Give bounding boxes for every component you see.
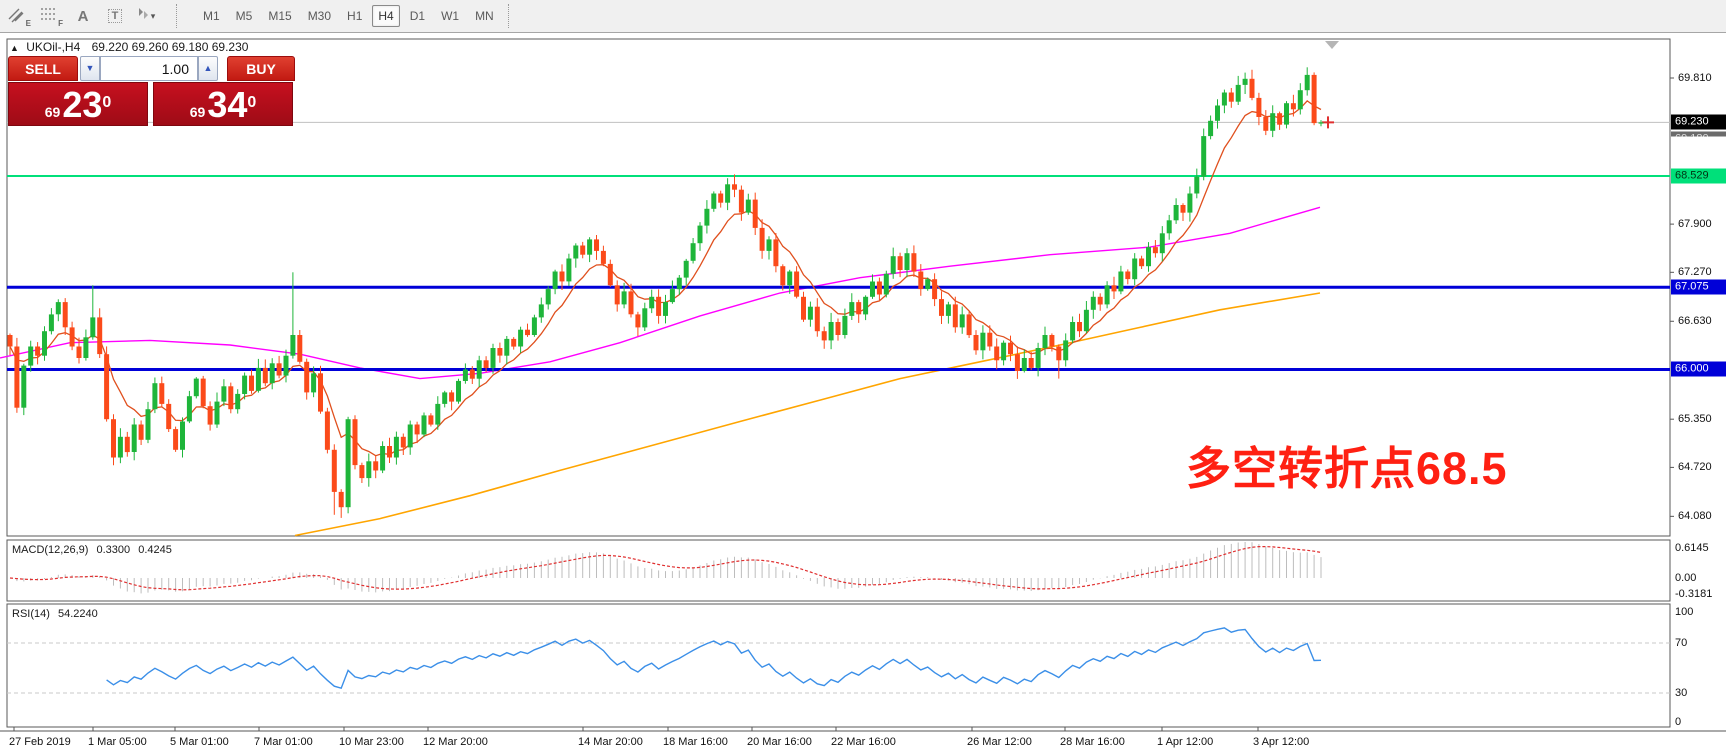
toolbar-separator (508, 4, 509, 28)
time-axis-label: 26 Mar 12:00 (967, 736, 1032, 748)
chart-canvas[interactable] (0, 33, 1726, 756)
timeframe-button-m1[interactable]: M1 (197, 5, 226, 27)
fibonacci-retracement-icon[interactable]: F (38, 4, 64, 28)
price-marker-68.529: 68.529 (1671, 168, 1726, 183)
sell-price-display[interactable]: 69 23 0 (8, 82, 148, 126)
price-marker-67.075: 67.075 (1671, 280, 1726, 295)
timeframe-button-d1[interactable]: D1 (404, 5, 431, 27)
time-axis-label: 18 Mar 16:00 (663, 736, 728, 748)
time-axis-label: 14 Mar 20:00 (578, 736, 643, 748)
macd-signal-value: 0.4245 (138, 544, 172, 556)
buy-price-display[interactable]: 69 34 0 (153, 82, 293, 126)
rsi-axis-label: 0 (1675, 716, 1681, 728)
rsi-value: 54.2240 (58, 608, 98, 620)
one-click-trading-panel: SELL ▼ ▲ BUY 69 23 0 69 34 0 (8, 56, 298, 126)
time-axis-label: 12 Mar 20:00 (423, 736, 488, 748)
toolbar: E F A T ▾ M1 M5 M15 M30 H1 H4 D1 W1 MN (0, 0, 1726, 33)
trading-terminal-window: { "toolbar": { "icons": [ { "name": "equ… (0, 0, 1726, 756)
chart-text-annotation: 多空转折点68.5 (1186, 432, 1508, 497)
fibonacci-letter: F (58, 19, 63, 28)
ohlc-quotes: 69.220 69.260 69.180 69.230 (92, 40, 249, 54)
timeframe-button-h4[interactable]: H4 (372, 5, 399, 27)
timeframe-button-m5[interactable]: M5 (230, 5, 259, 27)
buy-price-sup: 0 (247, 83, 256, 123)
macd-main-value: 0.3300 (96, 544, 130, 556)
text-icon[interactable]: A (70, 4, 96, 28)
time-axis-label: 22 Mar 16:00 (831, 736, 896, 748)
chart-title: ▲ UKOil-,H4 69.220 69.260 69.180 69.230 (10, 40, 248, 54)
sell-price-main: 23 (62, 88, 102, 122)
rsi-panel[interactable] (7, 604, 1670, 727)
macd-panel[interactable] (7, 540, 1670, 601)
price-axis-label: 64.080 (1678, 510, 1712, 522)
price-axis-label: 65.350 (1678, 413, 1712, 425)
price-axis-label: 69.810 (1678, 72, 1712, 84)
sell-button[interactable]: SELL (8, 56, 78, 81)
toolbar-separator (176, 4, 177, 28)
timeframe-button-m15[interactable]: M15 (262, 5, 297, 27)
equidistant-channel-letter: E (26, 19, 31, 28)
equidistant-channel-icon[interactable]: E (6, 4, 32, 28)
time-axis-label: 3 Apr 12:00 (1253, 736, 1309, 748)
macd-axis-label: 0.6145 (1675, 542, 1709, 554)
rsi-axis-label: 100 (1675, 606, 1693, 618)
buy-button[interactable]: BUY (227, 56, 295, 81)
arrows-icon[interactable]: ▾ (134, 4, 170, 28)
collapse-quote-panel-icon[interactable]: ▲ (10, 43, 19, 53)
arrows-dropdown-caret: ▾ (151, 11, 156, 22)
sell-price-sup: 0 (102, 83, 111, 123)
time-axis-label: 10 Mar 23:00 (339, 736, 404, 748)
rsi-axis-label: 30 (1675, 687, 1687, 699)
time-axis-label: 1 Apr 12:00 (1157, 736, 1213, 748)
volume-decrease-button[interactable]: ▼ (80, 56, 100, 81)
time-axis-label: 27 Feb 2019 (9, 736, 71, 748)
timeframe-button-w1[interactable]: W1 (435, 5, 465, 27)
time-axis-label: 5 Mar 01:00 (170, 736, 229, 748)
macd-axis-label: 0.00 (1675, 572, 1696, 584)
timeframe-button-h1[interactable]: H1 (341, 5, 368, 27)
price-marker-69.230: 69.230 (1671, 115, 1726, 130)
macd-axis-label: -0.3181 (1675, 588, 1712, 600)
macd-label: MACD(12,26,9) 0.3300 0.4245 (12, 544, 172, 556)
price-axis-label: 66.630 (1678, 315, 1712, 327)
price-axis-label: 67.900 (1678, 218, 1712, 230)
time-axis-label: 28 Mar 16:00 (1060, 736, 1125, 748)
timeframe-button-m30[interactable]: M30 (302, 5, 337, 27)
volume-input[interactable] (100, 56, 198, 81)
volume-increase-button[interactable]: ▲ (198, 56, 218, 81)
time-axis-label: 7 Mar 01:00 (254, 736, 313, 748)
price-axis-label: 67.270 (1678, 266, 1712, 278)
symbol-period-label: UKOil-,H4 (26, 40, 80, 54)
rsi-label: RSI(14) 54.2240 (12, 608, 98, 620)
price-marker-69.180: 69.180 (1671, 132, 1726, 137)
text-label-icon[interactable]: T (102, 4, 128, 28)
time-axis-label: 1 Mar 05:00 (88, 736, 147, 748)
price-marker-66.000: 66.000 (1671, 362, 1726, 377)
sell-price-prefix: 69 (45, 102, 61, 122)
time-axis-label: 20 Mar 16:00 (747, 736, 812, 748)
buy-price-prefix: 69 (190, 102, 206, 122)
price-axis-label: 64.720 (1678, 461, 1712, 473)
timeframe-button-mn[interactable]: MN (469, 5, 500, 27)
rsi-axis-label: 70 (1675, 637, 1687, 649)
buy-price-main: 34 (207, 88, 247, 122)
